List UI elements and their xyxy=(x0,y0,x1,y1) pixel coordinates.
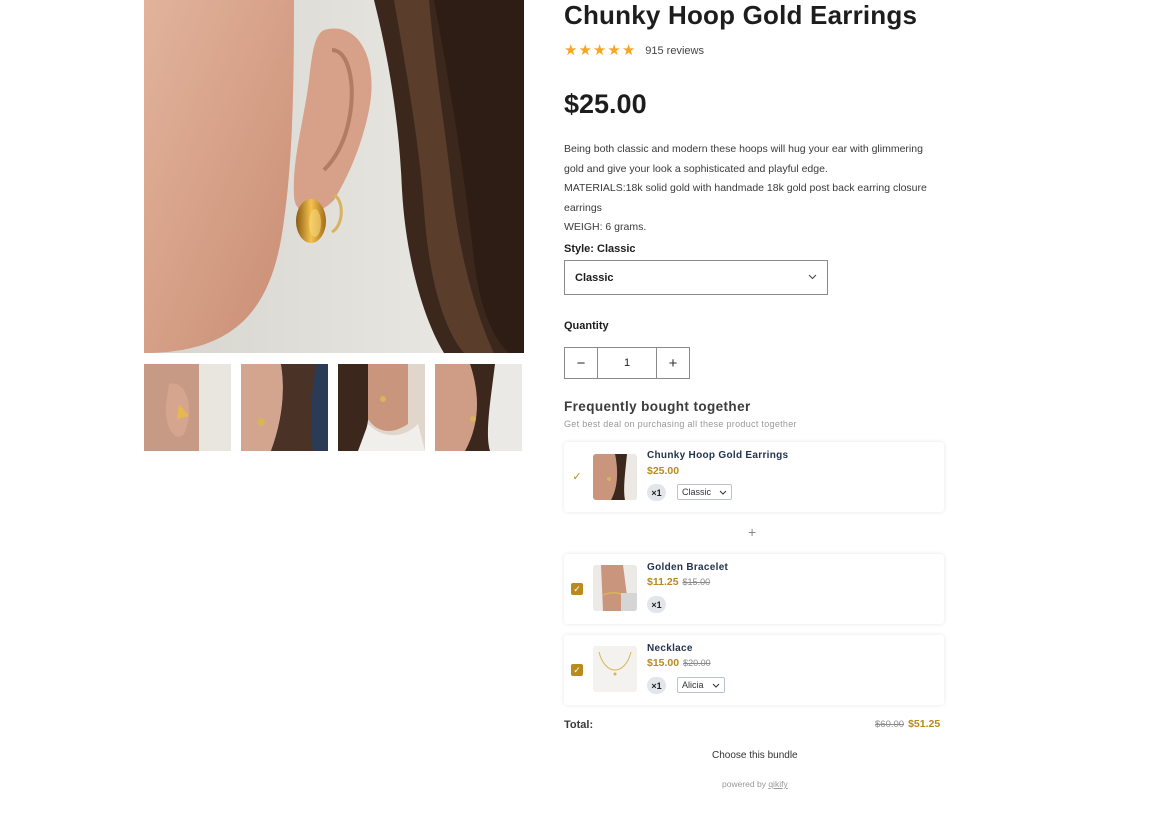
bundle-total-new: $51.25 xyxy=(908,718,941,730)
bundle-item-earrings: ✓ Chunky Hoop Gold Earrings $25.00 ×1 Cl… xyxy=(564,442,944,512)
variant-value: Alicia xyxy=(682,680,704,690)
chevron-down-icon xyxy=(808,272,817,283)
bundle-total-label: Total: xyxy=(564,719,594,731)
rating[interactable]: ★ ★ ★ ★ ★ 915 reviews xyxy=(564,43,704,59)
description-materials: MATERIALS:18k solid gold with handmade 1… xyxy=(564,182,927,214)
powered-by: powered by qikify xyxy=(722,779,788,789)
bundle-item-price-value: $15.00 xyxy=(647,657,680,669)
thumbnail-list xyxy=(144,364,522,451)
bundle-item-name[interactable]: Chunky Hoop Gold Earrings xyxy=(647,450,788,461)
bundle-item-name[interactable]: Golden Bracelet xyxy=(647,562,728,573)
star-rating: ★ ★ ★ ★ ★ xyxy=(564,43,635,59)
quantity-stepper: − 1 + xyxy=(564,347,690,379)
powered-by-text: powered by xyxy=(722,779,766,789)
bundle-item-price: $25.00 xyxy=(647,465,679,477)
thumbnail-2[interactable] xyxy=(241,364,328,451)
product-title: Chunky Hoop Gold Earrings xyxy=(564,0,918,30)
bundle-item-bracelet: ✓ Golden Bracelet $11.25 $15.00 ×1 xyxy=(564,554,944,624)
chevron-down-icon xyxy=(719,488,727,497)
bundle-plus-icon: + xyxy=(748,524,757,540)
bundle-item-necklace: ✓ Necklace $15.00 $20.00 ×1 Alicia xyxy=(564,635,944,705)
bundle-total: $60.00 $51.25 xyxy=(875,718,940,730)
bundle-item-price-value: $11.25 xyxy=(647,576,679,588)
bundle-item-old-price: $20.00 xyxy=(683,658,711,668)
bundle-item-image[interactable] xyxy=(593,646,637,692)
variant-value: Classic xyxy=(682,487,712,497)
bundle-item-name[interactable]: Necklace xyxy=(647,643,693,654)
description-weight: WEIGH: 6 grams. xyxy=(564,221,647,233)
description-paragraph: Being both classic and modern these hoop… xyxy=(564,143,923,175)
check-icon[interactable]: ✓ xyxy=(571,471,583,483)
bundle-subtitle: Get best deal on purchasing all these pr… xyxy=(564,419,797,429)
star-icon: ★ xyxy=(592,42,607,59)
bundle-item-price: $11.25 $15.00 xyxy=(647,576,710,588)
bundle-item-variant-select[interactable]: Alicia xyxy=(677,677,725,693)
choose-bundle-button[interactable]: Choose this bundle xyxy=(712,750,798,761)
product-gallery xyxy=(144,0,524,451)
thumbnail-3[interactable] xyxy=(338,364,425,451)
bundle-total-old: $60.00 xyxy=(875,719,905,730)
style-label: Style: Classic xyxy=(564,243,636,255)
thumbnail-1[interactable] xyxy=(144,364,231,451)
powered-by-link[interactable]: qikify xyxy=(768,779,787,789)
product-price: $25.00 xyxy=(564,89,647,119)
bundle-item-price-value: $25.00 xyxy=(647,465,680,477)
main-product-image[interactable] xyxy=(144,0,524,353)
bundle-item-qty: ×1 xyxy=(647,484,666,501)
style-select-value: Classic xyxy=(575,271,614,284)
bundle-item-variant-select[interactable]: Classic xyxy=(677,484,733,500)
check-icon[interactable]: ✓ xyxy=(571,583,583,595)
star-icon: ★ xyxy=(564,42,578,59)
bundle-item-image[interactable] xyxy=(593,454,637,500)
star-icon: ★ xyxy=(607,42,621,59)
bundle-item-image[interactable] xyxy=(593,565,637,611)
increase-quantity-button[interactable]: + xyxy=(657,348,689,378)
style-select[interactable]: Classic xyxy=(564,260,828,295)
bundle-item-old-price: $15.00 xyxy=(682,577,711,587)
bundle-title: Frequently bought together xyxy=(564,399,751,414)
star-icon: ★ xyxy=(578,42,592,59)
bundle-item-qty: ×1 xyxy=(647,677,666,694)
bundle-item-qty: ×1 xyxy=(647,596,666,613)
chevron-down-icon xyxy=(712,681,720,690)
bundle-item-price: $15.00 $20.00 xyxy=(647,657,711,669)
quantity-label: Quantity xyxy=(564,320,609,332)
decrease-quantity-button[interactable]: − xyxy=(565,348,597,378)
thumbnail-4[interactable] xyxy=(435,364,522,451)
quantity-input[interactable]: 1 xyxy=(597,348,657,378)
star-icon: ★ xyxy=(621,42,636,59)
check-icon[interactable]: ✓ xyxy=(571,664,583,676)
product-description: Being both classic and modern these hoop… xyxy=(564,140,934,238)
reviews-count[interactable]: 915 reviews xyxy=(645,45,704,57)
